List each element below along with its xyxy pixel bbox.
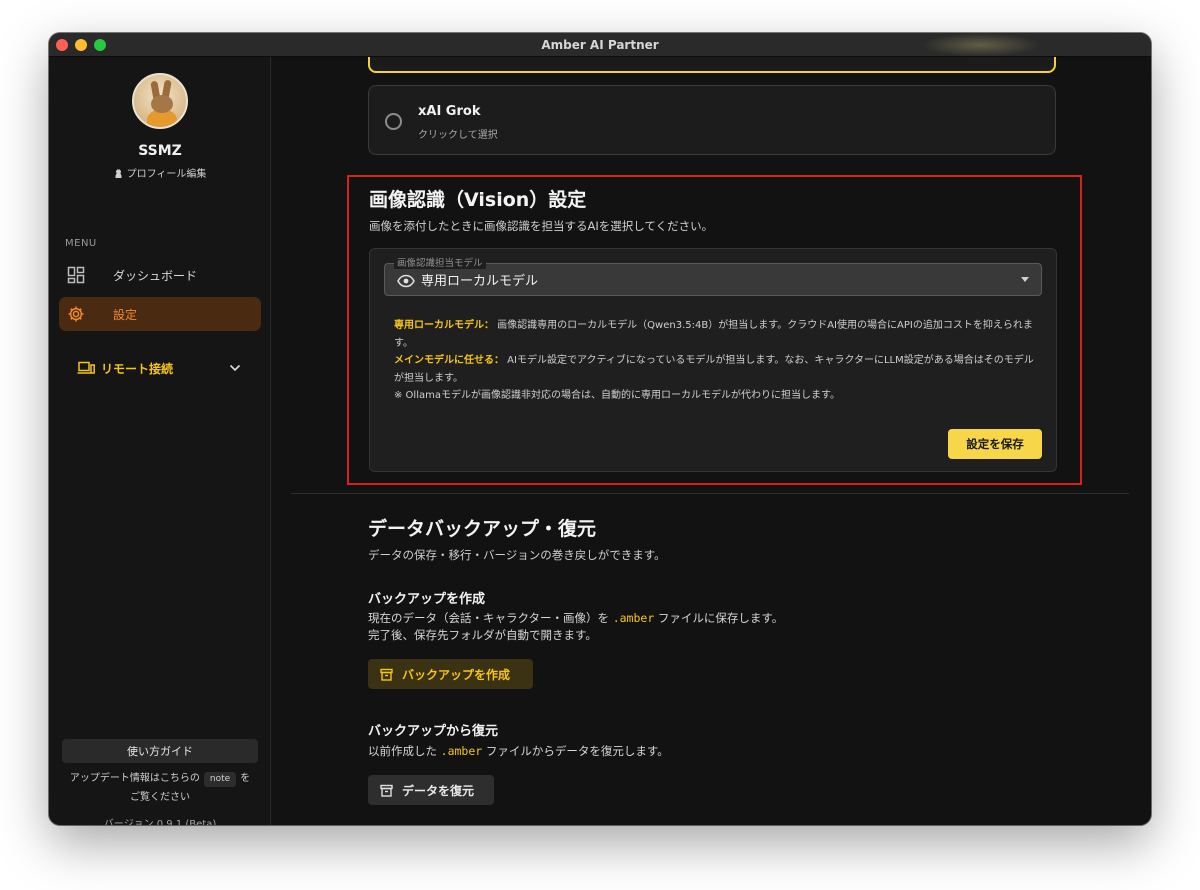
restore-data-button[interactable]: データを復元 — [368, 775, 494, 805]
sidebar: SSMZ プロフィール編集 MENU ダッシュボード 設定 リモート接続 使い方… — [49, 57, 271, 825]
provider-hint: クリックして選択 — [418, 130, 498, 141]
zoom-window-button[interactable] — [94, 39, 106, 51]
menu-section-label: MENU — [65, 238, 97, 249]
restore-backup-title: バックアップから復元 — [368, 724, 499, 739]
sidebar-item-label: ダッシュボード — [113, 268, 198, 283]
section-divider — [291, 493, 1129, 494]
sidebar-item-label: 設定 — [113, 307, 138, 322]
dashboard-icon — [67, 266, 85, 284]
window-controls — [56, 39, 106, 51]
create-backup-description: 現在のデータ（会話・キャラクター・画像）を .amber ファイルに保存します。… — [368, 611, 784, 642]
restore-backup-description: 以前作成した .amber ファイルからデータを復元します。 — [368, 744, 669, 758]
backup-section-description: データの保存・移行・バージョンの巻き戻しができます。 — [368, 548, 666, 562]
title-bar: Amber AI Partner — [49, 33, 1151, 57]
sidebar-item-settings[interactable]: 設定 — [59, 297, 261, 331]
section-title: 画像認識（Vision）設定 — [369, 189, 587, 211]
save-settings-button[interactable]: 設定を保存 — [948, 429, 1042, 459]
app-window: Amber AI Partner SSMZ プロフィール編集 MENU ダッシュ… — [49, 33, 1151, 825]
remote-connection-toggle[interactable]: リモート接続 — [77, 357, 241, 379]
select-label: 画像認識担当モデル — [394, 255, 486, 269]
provider-card-grok[interactable]: xAI Grok クリックして選択 — [368, 85, 1056, 155]
section-description: 画像を添付したときに画像認識を担当するAIを選択してください。 — [369, 219, 714, 233]
backup-section-title: データバックアップ・復元 — [368, 518, 597, 540]
eye-icon — [397, 273, 415, 287]
select-value: 専用ローカルモデル — [421, 274, 539, 289]
caret-down-icon — [1021, 277, 1029, 282]
remote-connection-label: リモート接続 — [101, 361, 174, 376]
avatar[interactable] — [132, 73, 188, 129]
window-title: Amber AI Partner — [541, 37, 659, 52]
user-edit-icon — [113, 169, 123, 178]
minimize-window-button[interactable] — [75, 39, 87, 51]
create-backup-title: バックアップを作成 — [368, 592, 486, 607]
button-label: データを復元 — [402, 783, 475, 798]
note-link[interactable]: note — [203, 772, 237, 787]
settings-main: xAI Grok クリックして選択 画像認識（Vision）設定 画像を添付した… — [271, 57, 1151, 825]
provider-name: xAI Grok — [418, 104, 481, 119]
user-name: SSMZ — [138, 143, 182, 159]
provider-radio[interactable] — [385, 113, 402, 130]
update-info-text: アップデート情報はこちらの note を ご覧ください — [69, 772, 251, 803]
close-window-button[interactable] — [56, 39, 68, 51]
vision-settings-card: 専用ローカルモデル 画像認識担当モデル 専用ローカルモデル： 画像認識専用のロー… — [369, 248, 1057, 472]
sidebar-item-dashboard[interactable]: ダッシュボード — [59, 258, 261, 292]
create-backup-button[interactable]: バックアップを作成 — [368, 659, 533, 689]
profile-edit-link[interactable]: プロフィール編集 — [49, 165, 271, 180]
provider-card-selected[interactable] — [368, 57, 1056, 73]
vision-notes: 専用ローカルモデル： 画像認識専用のローカルモデル（Qwen3.5:4B）が担当… — [394, 320, 1034, 401]
chevron-down-icon — [229, 361, 241, 375]
devices-icon — [77, 361, 95, 375]
version-label: バージョン 0.9.1 (Beta) — [103, 819, 217, 825]
profile-edit-label: プロフィール編集 — [126, 169, 207, 180]
archive-icon — [380, 784, 393, 797]
usage-guide-button[interactable]: 使い方ガイド — [62, 739, 258, 763]
button-label: バックアップを作成 — [402, 667, 511, 682]
gear-icon — [67, 305, 85, 323]
archive-icon — [380, 668, 393, 681]
vision-settings-section: 画像認識（Vision）設定 画像を添付したときに画像認識を担当するAIを選択し… — [347, 175, 1082, 485]
